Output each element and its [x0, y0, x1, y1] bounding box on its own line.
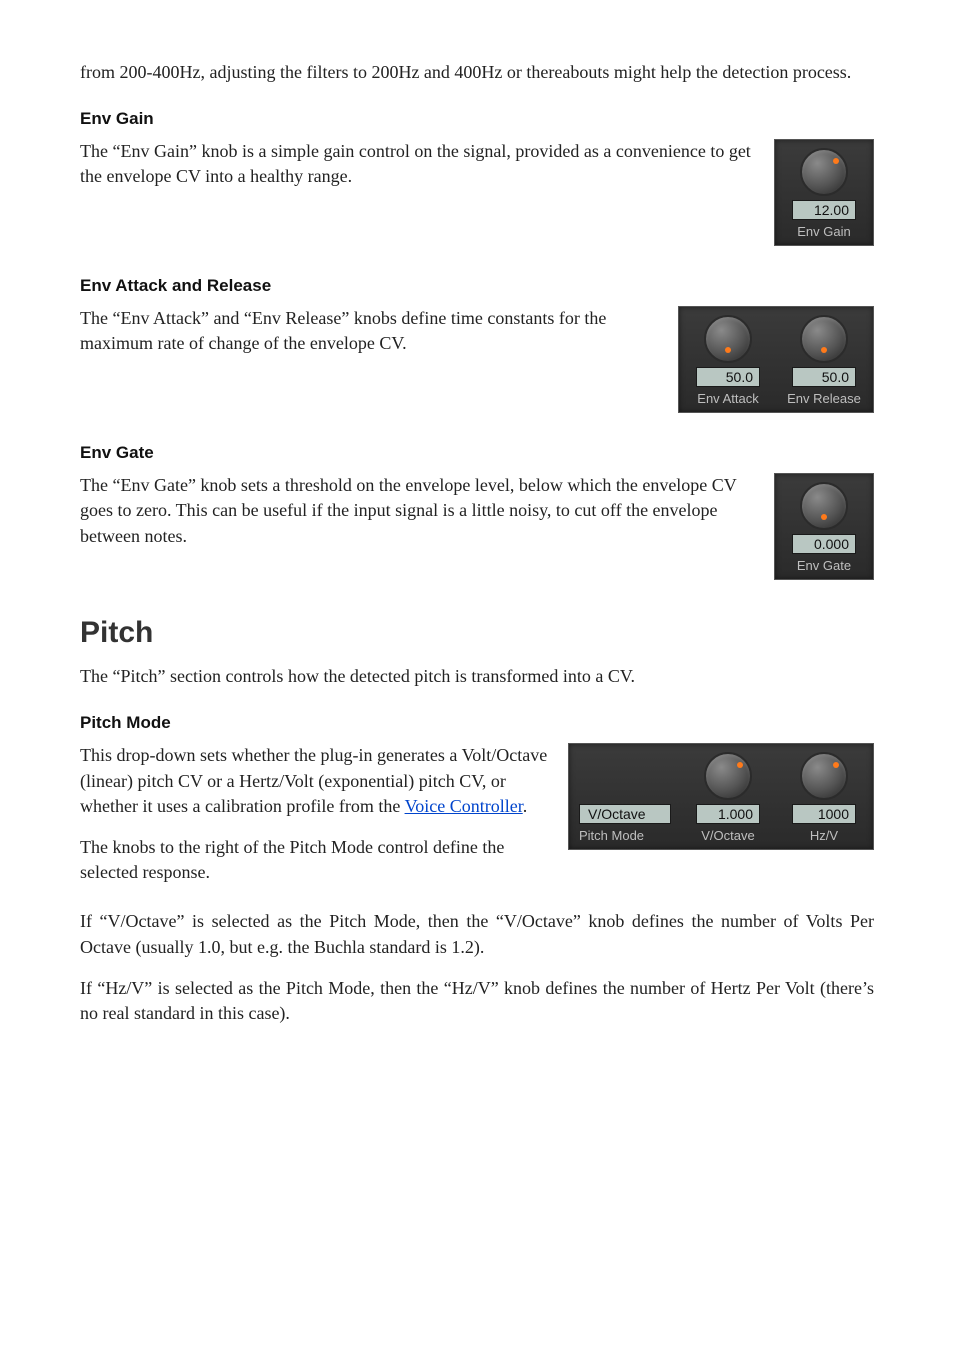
- env-gain-knob[interactable]: [800, 148, 848, 196]
- env-attack-label: Env Attack: [697, 391, 758, 406]
- env-attack-col: 50.0 Env Attack: [689, 315, 767, 406]
- pitch-intro: The “Pitch” section controls how the det…: [80, 664, 874, 689]
- env-gain-value[interactable]: 12.00: [792, 200, 856, 220]
- env-gain-knob-col: 12.00 Env Gain: [785, 148, 863, 239]
- env-attack-knob[interactable]: [704, 315, 752, 363]
- hz-v-knob[interactable]: [800, 752, 848, 800]
- env-attack-value[interactable]: 50.0: [696, 367, 760, 387]
- knob-indicator-icon: [833, 158, 839, 164]
- pitch-mode-heading: Pitch Mode: [80, 713, 874, 733]
- v-octave-col: 1.000 V/Octave: [689, 752, 767, 843]
- env-ar-block: 50.0 Env Attack 50.0 Env Release The “En…: [80, 306, 874, 419]
- knob-indicator-icon: [821, 514, 827, 520]
- env-release-col: 50.0 Env Release: [785, 315, 863, 406]
- env-gain-widget: 12.00 Env Gain: [774, 139, 874, 246]
- v-octave-value[interactable]: 1.000: [696, 804, 760, 824]
- pitch-mode-p4: If “Hz/V” is selected as the Pitch Mode,…: [80, 976, 874, 1026]
- env-gain-heading: Env Gain: [80, 109, 874, 129]
- env-gate-widget: 0.000 Env Gate: [774, 473, 874, 580]
- env-gate-heading: Env Gate: [80, 443, 874, 463]
- env-release-label: Env Release: [787, 391, 861, 406]
- env-gate-col: 0.000 Env Gate: [785, 482, 863, 573]
- document-page: from 200-400Hz, adjusting the filters to…: [0, 0, 954, 1350]
- pitch-mode-p1b: .: [523, 796, 528, 816]
- v-octave-knob[interactable]: [704, 752, 752, 800]
- env-ar-heading: Env Attack and Release: [80, 276, 874, 296]
- env-release-value[interactable]: 50.0: [792, 367, 856, 387]
- env-gate-block: 0.000 Env Gate The “Env Gate” knob sets …: [80, 473, 874, 586]
- pitch-mode-label: Pitch Mode: [579, 828, 644, 843]
- pitch-mode-p3: If “V/Octave” is selected as the Pitch M…: [80, 909, 874, 959]
- env-gate-value[interactable]: 0.000: [792, 534, 856, 554]
- knob-indicator-icon: [737, 762, 743, 768]
- env-gate-knob[interactable]: [800, 482, 848, 530]
- hz-v-value[interactable]: 1000: [792, 804, 856, 824]
- pitch-mode-dropdown[interactable]: V/Octave: [579, 804, 671, 824]
- v-octave-label: V/Octave: [701, 828, 754, 843]
- knob-indicator-icon: [725, 347, 731, 353]
- knob-indicator-icon: [833, 762, 839, 768]
- env-gate-label: Env Gate: [797, 558, 851, 573]
- pitch-mode-widget: V/Octave Pitch Mode 1.000 V/Octave 1000 …: [568, 743, 874, 850]
- pitch-mode-block: V/Octave Pitch Mode 1.000 V/Octave 1000 …: [80, 743, 874, 901]
- env-ar-widget: 50.0 Env Attack 50.0 Env Release: [678, 306, 874, 413]
- env-gain-label: Env Gain: [797, 224, 850, 239]
- hz-v-label: Hz/V: [810, 828, 838, 843]
- voice-controller-link[interactable]: Voice Controller: [405, 796, 523, 816]
- env-gain-block: 12.00 Env Gain The “Env Gain” knob is a …: [80, 139, 874, 252]
- intro-paragraph: from 200-400Hz, adjusting the filters to…: [80, 60, 874, 85]
- env-release-knob[interactable]: [800, 315, 848, 363]
- hz-v-col: 1000 Hz/V: [785, 752, 863, 843]
- knob-indicator-icon: [821, 347, 827, 353]
- env-gate-text: The “Env Gate” knob sets a threshold on …: [80, 473, 874, 549]
- pitch-heading: Pitch: [80, 616, 874, 650]
- env-gain-text: The “Env Gain” knob is a simple gain con…: [80, 139, 874, 189]
- pitch-mode-col: V/Octave Pitch Mode: [579, 756, 671, 843]
